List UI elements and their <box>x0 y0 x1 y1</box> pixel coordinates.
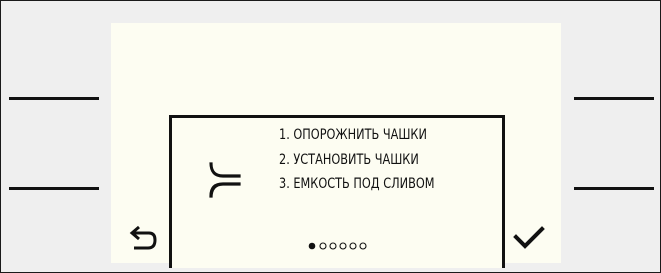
display-screen: 1. ОПОРОЖНИТЬ ЧАШКИ 2. УСТАНОВИТЬ ЧАШКИ … <box>111 23 561 268</box>
page-indicator <box>308 242 367 250</box>
cup-nozzle-icon <box>209 162 241 198</box>
page-dot <box>339 242 347 250</box>
right-soft-key-top[interactable] <box>574 89 660 109</box>
right-soft-key-bottom[interactable] <box>574 179 660 199</box>
left-soft-key-bottom[interactable] <box>1 179 99 199</box>
back-button[interactable] <box>127 221 161 255</box>
page-dot <box>319 242 327 250</box>
instruction-step-2: 2. УСТАНОВИТЬ ЧАШКИ <box>279 151 419 168</box>
left-soft-key-top[interactable] <box>1 89 99 109</box>
device-panel: 1. ОПОРОЖНИТЬ ЧАШКИ 2. УСТАНОВИТЬ ЧАШКИ … <box>0 0 661 273</box>
page-dot <box>359 242 367 250</box>
instruction-list: 1. ОПОРОЖНИТЬ ЧАШКИ 2. УСТАНОВИТЬ ЧАШКИ … <box>279 123 478 197</box>
instruction-step-3: 3. ЕМКОСТЬ ПОД СЛИВОМ <box>279 176 435 192</box>
checkmark-icon <box>513 226 545 249</box>
instruction-dialog: 1. ОПОРОЖНИТЬ ЧАШКИ 2. УСТАНОВИТЬ ЧАШКИ … <box>169 115 505 268</box>
page-dot <box>349 242 357 250</box>
confirm-button[interactable] <box>511 221 551 255</box>
back-arrow-icon <box>129 225 157 250</box>
instruction-step-1: 1. ОПОРОЖНИТЬ ЧАШКИ <box>279 127 427 143</box>
soft-key-marker <box>9 97 99 100</box>
page-dot <box>329 242 337 250</box>
soft-key-marker <box>574 97 654 100</box>
page-dot-active <box>308 242 316 250</box>
soft-key-marker <box>574 187 654 190</box>
soft-key-marker <box>9 187 99 190</box>
